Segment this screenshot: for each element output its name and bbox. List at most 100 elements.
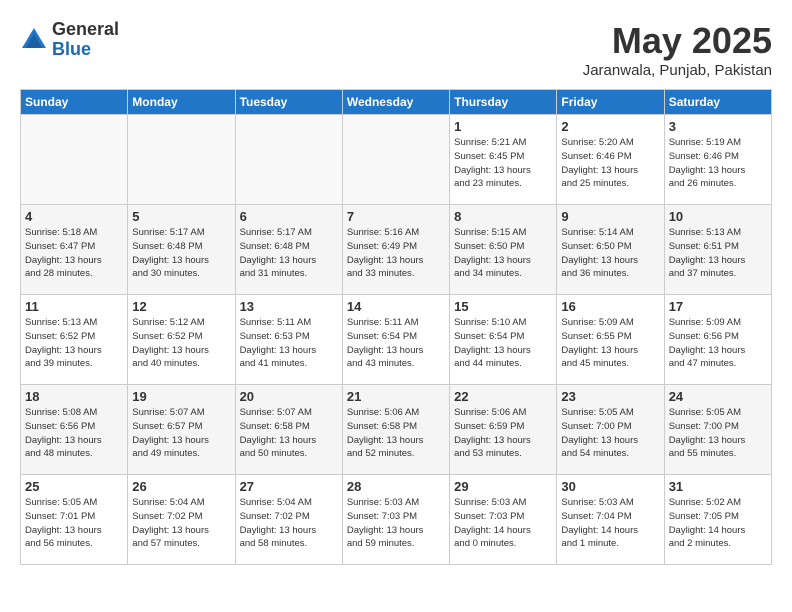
- cell-content: Sunrise: 5:03 AM Sunset: 7:03 PM Dayligh…: [454, 496, 552, 551]
- cell-content: Sunrise: 5:04 AM Sunset: 7:02 PM Dayligh…: [132, 496, 230, 551]
- day-number: 27: [240, 479, 338, 494]
- cell-content: Sunrise: 5:03 AM Sunset: 7:03 PM Dayligh…: [347, 496, 445, 551]
- day-number: 5: [132, 209, 230, 224]
- day-number: 19: [132, 389, 230, 404]
- logo: General Blue: [20, 20, 119, 60]
- cell-content: Sunrise: 5:07 AM Sunset: 6:58 PM Dayligh…: [240, 406, 338, 461]
- logo-icon: [20, 26, 48, 54]
- day-number: 30: [561, 479, 659, 494]
- cell-content: Sunrise: 5:07 AM Sunset: 6:57 PM Dayligh…: [132, 406, 230, 461]
- weekday-header-thursday: Thursday: [450, 90, 557, 115]
- day-number: 28: [347, 479, 445, 494]
- cell-content: Sunrise: 5:08 AM Sunset: 6:56 PM Dayligh…: [25, 406, 123, 461]
- cell-content: Sunrise: 5:05 AM Sunset: 7:01 PM Dayligh…: [25, 496, 123, 551]
- calendar-cell: 14 Sunrise: 5:11 AM Sunset: 6:54 PM Dayli…: [342, 295, 449, 385]
- calendar-cell: 24 Sunrise: 5:05 AM Sunset: 7:00 PM Dayli…: [664, 385, 771, 475]
- calendar-week-row: 25 Sunrise: 5:05 AM Sunset: 7:01 PM Dayli…: [21, 475, 772, 565]
- calendar-week-row: 4 Sunrise: 5:18 AM Sunset: 6:47 PM Daylig…: [21, 205, 772, 295]
- day-number: 1: [454, 119, 552, 134]
- weekday-header-sunday: Sunday: [21, 90, 128, 115]
- calendar-cell: 16 Sunrise: 5:09 AM Sunset: 6:55 PM Dayli…: [557, 295, 664, 385]
- calendar-cell: 11 Sunrise: 5:13 AM Sunset: 6:52 PM Dayli…: [21, 295, 128, 385]
- calendar-cell: 23 Sunrise: 5:05 AM Sunset: 7:00 PM Dayli…: [557, 385, 664, 475]
- calendar-cell: 31 Sunrise: 5:02 AM Sunset: 7:05 PM Dayli…: [664, 475, 771, 565]
- calendar-cell: 7 Sunrise: 5:16 AM Sunset: 6:49 PM Daylig…: [342, 205, 449, 295]
- calendar-cell: 30Sunrise: 5:03 AM Sunset: 7:04 PM Dayli…: [557, 475, 664, 565]
- cell-content: Sunrise: 5:13 AM Sunset: 6:52 PM Dayligh…: [25, 316, 123, 371]
- calendar-cell: 4 Sunrise: 5:18 AM Sunset: 6:47 PM Daylig…: [21, 205, 128, 295]
- weekday-header-friday: Friday: [557, 90, 664, 115]
- calendar-cell: [235, 115, 342, 205]
- day-number: 6: [240, 209, 338, 224]
- day-number: 7: [347, 209, 445, 224]
- calendar-cell: 8Sunrise: 5:15 AM Sunset: 6:50 PM Daylig…: [450, 205, 557, 295]
- calendar-cell: 13 Sunrise: 5:11 AM Sunset: 6:53 PM Dayli…: [235, 295, 342, 385]
- day-number: 31: [669, 479, 767, 494]
- calendar-week-row: 1 Sunrise: 5:21 AM Sunset: 6:45 PM Daylig…: [21, 115, 772, 205]
- cell-content: Sunrise: 5:11 AM Sunset: 6:54 PM Dayligh…: [347, 316, 445, 371]
- weekday-header-tuesday: Tuesday: [235, 90, 342, 115]
- calendar-table: SundayMondayTuesdayWednesdayThursdayFrid…: [20, 89, 772, 565]
- cell-content: Sunrise: 5:16 AM Sunset: 6:49 PM Dayligh…: [347, 226, 445, 281]
- day-number: 12: [132, 299, 230, 314]
- cell-content: Sunrise: 5:15 AM Sunset: 6:50 PM Dayligh…: [454, 226, 552, 281]
- calendar-cell: 25 Sunrise: 5:05 AM Sunset: 7:01 PM Dayli…: [21, 475, 128, 565]
- month-title: May 2025: [583, 20, 772, 62]
- day-number: 17: [669, 299, 767, 314]
- calendar-week-row: 11 Sunrise: 5:13 AM Sunset: 6:52 PM Dayli…: [21, 295, 772, 385]
- cell-content: Sunrise: 5:11 AM Sunset: 6:53 PM Dayligh…: [240, 316, 338, 371]
- cell-content: Sunrise: 5:09 AM Sunset: 6:56 PM Dayligh…: [669, 316, 767, 371]
- calendar-cell: 3Sunrise: 5:19 AM Sunset: 6:46 PM Daylig…: [664, 115, 771, 205]
- day-number: 22: [454, 389, 552, 404]
- day-number: 4: [25, 209, 123, 224]
- weekday-header-monday: Monday: [128, 90, 235, 115]
- logo-blue: Blue: [52, 40, 119, 60]
- calendar-cell: 28 Sunrise: 5:03 AM Sunset: 7:03 PM Dayli…: [342, 475, 449, 565]
- calendar-cell: 19 Sunrise: 5:07 AM Sunset: 6:57 PM Dayli…: [128, 385, 235, 475]
- day-number: 20: [240, 389, 338, 404]
- cell-content: Sunrise: 5:18 AM Sunset: 6:47 PM Dayligh…: [25, 226, 123, 281]
- cell-content: Sunrise: 5:02 AM Sunset: 7:05 PM Dayligh…: [669, 496, 767, 551]
- page-header: General Blue May 2025 Jaranwala, Punjab,…: [20, 20, 772, 79]
- calendar-cell: 20 Sunrise: 5:07 AM Sunset: 6:58 PM Dayli…: [235, 385, 342, 475]
- calendar-cell: 5 Sunrise: 5:17 AM Sunset: 6:48 PM Daylig…: [128, 205, 235, 295]
- cell-content: Sunrise: 5:17 AM Sunset: 6:48 PM Dayligh…: [240, 226, 338, 281]
- day-number: 23: [561, 389, 659, 404]
- weekday-header-wednesday: Wednesday: [342, 90, 449, 115]
- title-block: May 2025 Jaranwala, Punjab, Pakistan: [583, 20, 772, 79]
- calendar-cell: 10Sunrise: 5:13 AM Sunset: 6:51 PM Dayli…: [664, 205, 771, 295]
- calendar-cell: 1 Sunrise: 5:21 AM Sunset: 6:45 PM Daylig…: [450, 115, 557, 205]
- cell-content: Sunrise: 5:05 AM Sunset: 7:00 PM Dayligh…: [669, 406, 767, 461]
- cell-content: Sunrise: 5:09 AM Sunset: 6:55 PM Dayligh…: [561, 316, 659, 371]
- logo-text: General Blue: [52, 20, 119, 60]
- day-number: 14: [347, 299, 445, 314]
- calendar-cell: 29 Sunrise: 5:03 AM Sunset: 7:03 PM Dayli…: [450, 475, 557, 565]
- day-number: 11: [25, 299, 123, 314]
- cell-content: Sunrise: 5:06 AM Sunset: 6:58 PM Dayligh…: [347, 406, 445, 461]
- cell-content: Sunrise: 5:05 AM Sunset: 7:00 PM Dayligh…: [561, 406, 659, 461]
- day-number: 29: [454, 479, 552, 494]
- logo-general: General: [52, 20, 119, 40]
- calendar-cell: 15Sunrise: 5:10 AM Sunset: 6:54 PM Dayli…: [450, 295, 557, 385]
- day-number: 9: [561, 209, 659, 224]
- day-number: 21: [347, 389, 445, 404]
- cell-content: Sunrise: 5:04 AM Sunset: 7:02 PM Dayligh…: [240, 496, 338, 551]
- day-number: 26: [132, 479, 230, 494]
- day-number: 15: [454, 299, 552, 314]
- calendar-cell: 17 Sunrise: 5:09 AM Sunset: 6:56 PM Dayli…: [664, 295, 771, 385]
- calendar-cell: 27 Sunrise: 5:04 AM Sunset: 7:02 PM Dayli…: [235, 475, 342, 565]
- cell-content: Sunrise: 5:21 AM Sunset: 6:45 PM Dayligh…: [454, 136, 552, 191]
- day-number: 24: [669, 389, 767, 404]
- calendar-cell: 21 Sunrise: 5:06 AM Sunset: 6:58 PM Dayli…: [342, 385, 449, 475]
- cell-content: Sunrise: 5:17 AM Sunset: 6:48 PM Dayligh…: [132, 226, 230, 281]
- day-number: 25: [25, 479, 123, 494]
- cell-content: Sunrise: 5:13 AM Sunset: 6:51 PM Dayligh…: [669, 226, 767, 281]
- day-number: 16: [561, 299, 659, 314]
- calendar-cell: 6 Sunrise: 5:17 AM Sunset: 6:48 PM Daylig…: [235, 205, 342, 295]
- day-number: 3: [669, 119, 767, 134]
- day-number: 13: [240, 299, 338, 314]
- calendar-cell: [21, 115, 128, 205]
- calendar-week-row: 18Sunrise: 5:08 AM Sunset: 6:56 PM Dayli…: [21, 385, 772, 475]
- cell-content: Sunrise: 5:12 AM Sunset: 6:52 PM Dayligh…: [132, 316, 230, 371]
- calendar-cell: [342, 115, 449, 205]
